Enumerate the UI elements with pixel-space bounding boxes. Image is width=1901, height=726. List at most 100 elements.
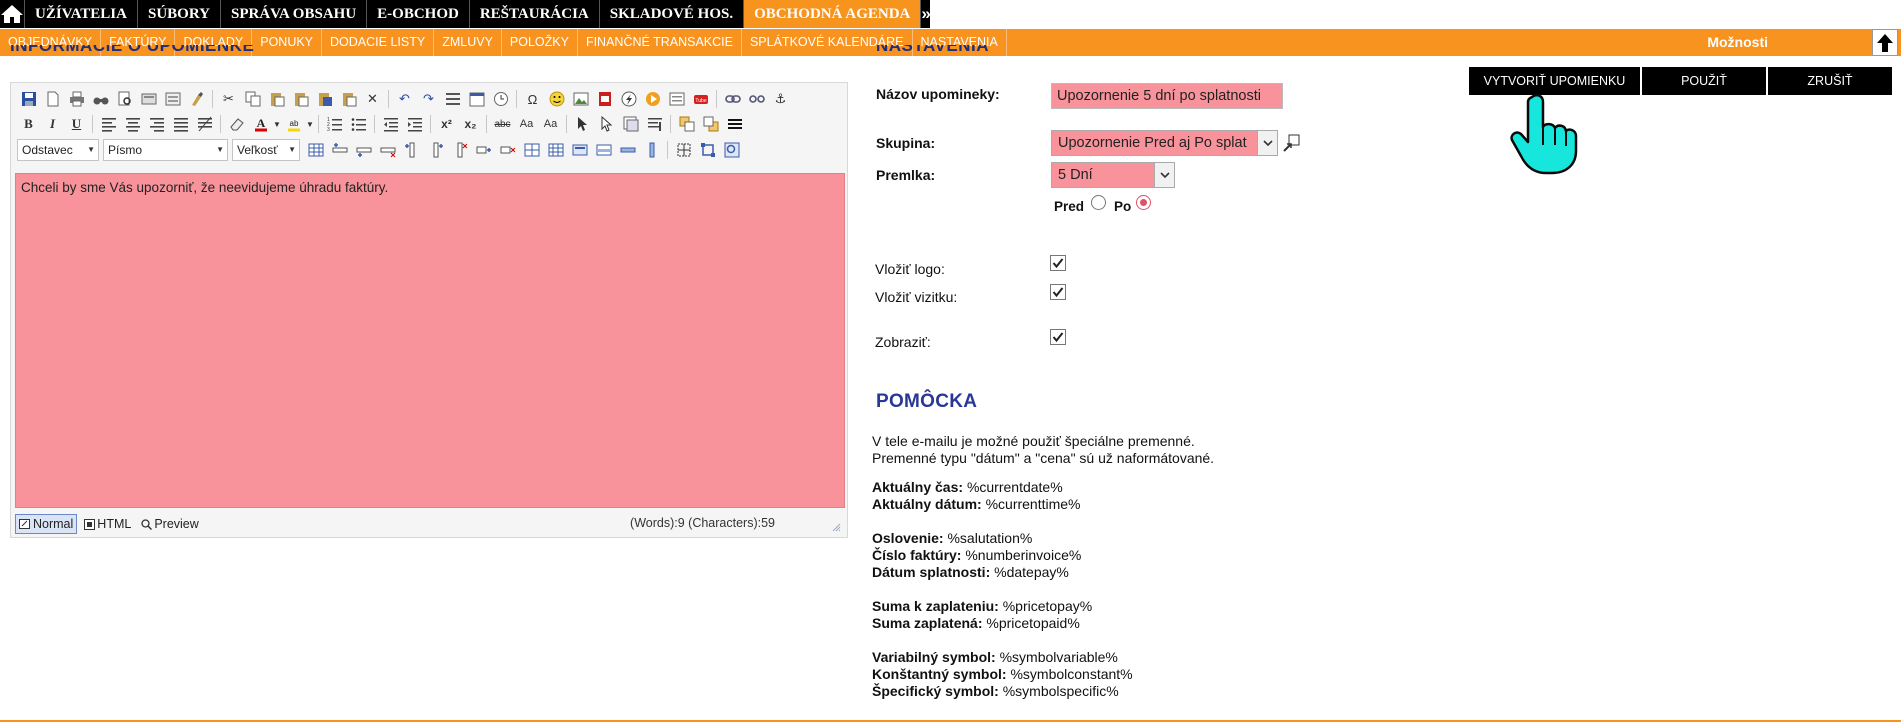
before-radio[interactable] [1091,195,1106,210]
unlink-icon[interactable] [745,88,768,110]
anchor-icon[interactable]: ⚓ [769,88,792,110]
column-properties-icon[interactable] [640,139,663,161]
insert-row-below-icon[interactable] [352,139,375,161]
new-document-icon[interactable] [41,88,64,110]
paragraph-format-icon[interactable] [643,113,666,135]
uppercase-icon[interactable]: Aa [539,113,562,135]
table-properties-icon[interactable] [568,139,591,161]
justify-none-icon[interactable] [193,113,216,135]
cancel-button[interactable]: ZRUŠIŤ [1768,67,1892,95]
delay-select[interactable]: 5 Dní [1051,162,1175,188]
home-button[interactable] [0,0,25,28]
insert-time-icon[interactable] [489,88,512,110]
horizontal-rule-icon[interactable] [723,113,746,135]
insert-document-icon[interactable] [665,88,688,110]
save-icon[interactable] [17,88,40,110]
unordered-list-icon[interactable] [347,113,370,135]
insert-logo-checkbox[interactable] [1050,255,1066,271]
sub-menu-item-transactions[interactable]: FINANČNÉ TRANSAKCIE [578,29,742,56]
insert-table-icon[interactable] [304,139,327,161]
font-color-icon[interactable]: A [249,113,272,135]
top-menu-item-eshop[interactable]: E-OBCHOD [367,0,470,28]
cut-icon[interactable]: ✂ [217,88,240,110]
paragraph-format-select[interactable]: Odstavec [17,139,99,161]
insert-paragraph-icon[interactable] [441,88,464,110]
paste-html-icon[interactable] [337,88,360,110]
send-backward-icon[interactable] [699,113,722,135]
font-size-select[interactable]: Veľkosť [232,139,300,161]
zoom-icon[interactable] [720,139,743,161]
copy-icon[interactable] [241,88,264,110]
insert-link-icon[interactable] [721,88,744,110]
pointer-icon[interactable] [571,113,594,135]
options-menu[interactable]: Možnosti [1707,29,1768,56]
show-checkbox[interactable] [1050,329,1066,345]
sub-menu-item-delivery-notes[interactable]: DODACIE LISTY [322,29,435,56]
outdent-icon[interactable] [379,113,402,135]
sub-menu-item-items[interactable]: POLOŽKY [502,29,578,56]
align-left-icon[interactable] [97,113,120,135]
apply-button[interactable]: POUŽIŤ [1642,67,1766,95]
paste-text-icon[interactable] [289,88,312,110]
mode-normal-button[interactable]: Normal [15,514,78,534]
insert-media-icon[interactable] [641,88,664,110]
cell-properties-icon[interactable] [592,139,615,161]
insert-image-icon[interactable] [569,88,592,110]
underline-icon[interactable]: U [65,113,88,135]
insert-column-right-icon[interactable] [424,139,447,161]
bold-icon[interactable]: B [17,113,40,135]
lowercase-icon[interactable]: Aa [515,113,538,135]
top-menu-more-button[interactable]: » [921,0,930,28]
insert-row-above-icon[interactable] [328,139,351,161]
top-menu-item-content[interactable]: SPRÁVA OBSAHU [221,0,368,28]
print-icon[interactable] [65,88,88,110]
align-center-icon[interactable] [121,113,144,135]
strikethrough-icon[interactable]: abc [491,113,514,135]
undo-icon[interactable]: ↶ [393,88,416,110]
delete-row-icon[interactable] [376,139,399,161]
top-menu-item-restaurant[interactable]: REŠTAURÁCIA [470,0,600,28]
scroll-top-button[interactable] [1872,29,1898,56]
top-menu-item-warehouse[interactable]: SKLADOVÉ HOS. [600,0,745,28]
indent-icon[interactable] [403,113,426,135]
insert-column-left-icon[interactable] [400,139,423,161]
paste-icon[interactable] [265,88,288,110]
insert-card-checkbox[interactable] [1050,284,1066,300]
superscript-icon[interactable]: x² [435,113,458,135]
group-lookup-button[interactable] [1282,133,1302,153]
delete-icon[interactable]: ✕ [361,88,384,110]
highlight-color-icon[interactable]: ab [282,113,305,135]
split-cells-icon[interactable] [544,139,567,161]
create-reminder-button[interactable]: VYTVORIŤ UPOMIENKU [1469,67,1640,95]
insert-pdf-icon[interactable] [593,88,616,110]
form-icon[interactable] [161,88,184,110]
insert-cell-icon[interactable] [472,139,495,161]
mode-preview-button[interactable]: Preview [138,514,201,534]
top-menu-item-files[interactable]: SÚBORY [138,0,221,28]
special-char-icon[interactable]: Ω [521,88,544,110]
after-radio[interactable] [1136,195,1151,210]
youtube-icon[interactable]: Tube [689,88,712,110]
chevron-down-icon[interactable]: ▼ [273,113,281,135]
subscript-icon[interactable]: x₂ [459,113,482,135]
show-borders-icon[interactable] [672,139,695,161]
group-select[interactable]: Upozornenie Pred aj Po splat [1051,130,1278,156]
delete-cell-icon[interactable] [496,139,519,161]
find-icon[interactable] [89,88,112,110]
redo-icon[interactable]: ↷ [417,88,440,110]
row-properties-icon[interactable] [616,139,639,161]
resize-grip-icon[interactable] [831,522,841,532]
emoticon-icon[interactable] [545,88,568,110]
font-family-select[interactable]: Písmo [103,139,228,161]
sub-menu-item-contracts[interactable]: ZMLUVY [434,29,502,56]
absolute-position-icon[interactable] [696,139,719,161]
mode-html-button[interactable]: HTML [81,514,134,534]
insert-flash-icon[interactable] [617,88,640,110]
clean-icon[interactable] [185,88,208,110]
properties-icon[interactable] [619,113,642,135]
top-menu-item-users[interactable]: UŽÍVATELIA [25,0,138,28]
top-menu-item-business[interactable]: OBCHODNÁ AGENDA [744,0,922,28]
delete-column-icon[interactable] [448,139,471,161]
preview-icon[interactable] [113,88,136,110]
sub-menu-item-offers[interactable]: PONUKY [252,29,323,56]
